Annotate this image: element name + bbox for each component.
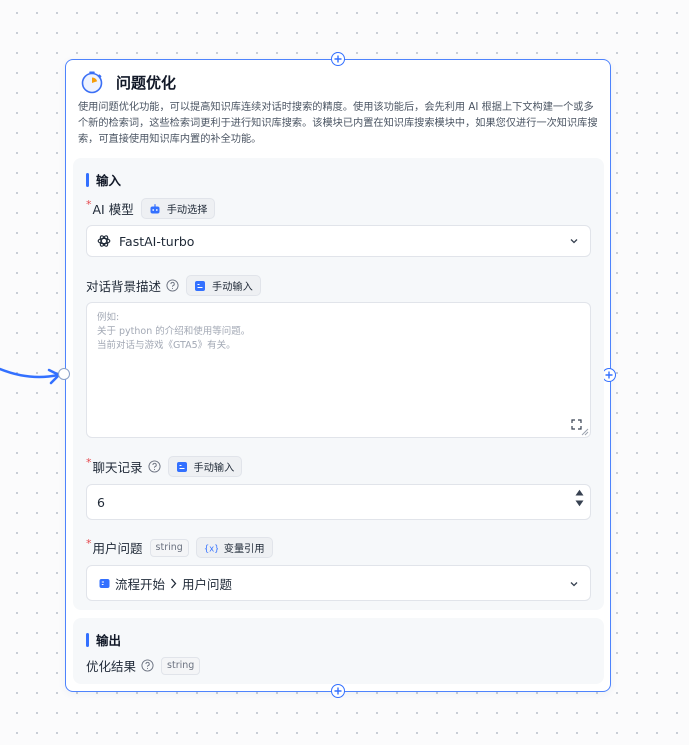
flow-start-icon (99, 578, 110, 588)
manual-select-tag[interactable]: 手动选择 (140, 198, 216, 219)
number-stepper[interactable] (575, 489, 584, 507)
plus-icon (334, 55, 342, 63)
ai-model-value: FastAI-turbo (119, 233, 195, 249)
svg-text:{x}: {x} (204, 544, 218, 553)
ai-model-field: * AI 模型 手动选择 (86, 198, 216, 219)
chevron-down-icon (570, 582, 578, 587)
keyboard-icon (195, 280, 206, 291)
manual-input-tag[interactable]: 手动输入 (167, 456, 243, 477)
manual-input-label: 手动输入 (212, 282, 253, 293)
left-handle[interactable] (58, 368, 70, 380)
background-field: 对话背景描述 手动输入 (86, 275, 261, 296)
input-section-title: 输入 (86, 170, 121, 189)
stopwatch-icon (81, 71, 103, 94)
user-question-field: * 用户问题 string {x} 变量引用 (86, 537, 273, 558)
plus-icon (605, 371, 613, 379)
variable-ref-select[interactable]: 流程开始 用户问题 (86, 565, 591, 601)
background-label: 对话背景描述 (86, 279, 162, 294)
chevron-down-icon (570, 239, 578, 244)
ai-model-select[interactable]: FastAI-turbo (86, 225, 591, 257)
background-placeholder: 例如: 关于 python 的介绍和使用等问题。 当前对话与游戏《GTA5》有关… (97, 312, 251, 351)
question-circle-icon[interactable] (141, 659, 154, 672)
top-handle[interactable] (331, 52, 345, 66)
section-bar (86, 632, 89, 647)
history-label: 聊天记录 (92, 460, 143, 475)
required-mark: * (86, 198, 92, 211)
variable-ref-tag[interactable]: {x} 变量引用 (195, 537, 273, 558)
robot-icon (150, 203, 160, 213)
required-mark: * (86, 456, 92, 469)
history-field: * 聊天记录 手动输入 (86, 456, 243, 477)
resize-grip-icon[interactable] (581, 428, 589, 436)
type-badge: string (161, 656, 201, 675)
user-question-label: 用户问题 (92, 541, 143, 556)
openai-icon (97, 235, 111, 247)
required-mark: * (86, 537, 92, 550)
incoming-edge (0, 367, 61, 385)
bottom-handle[interactable] (331, 684, 345, 698)
keyboard-icon (176, 461, 187, 472)
output-section-label: 输出 (96, 633, 122, 648)
ref-source: 流程开始 (115, 576, 166, 592)
result-label: 优化结果 (86, 659, 137, 674)
output-panel: 输出 优化结果 string (73, 618, 604, 684)
question-optimize-node[interactable]: 问题优化 使用问题优化功能，可以提高知识库连续对话时搜索的精度。使用该功能后，会… (58, 52, 616, 698)
question-circle-icon[interactable] (147, 460, 161, 473)
input-section-label: 输入 (96, 173, 122, 188)
ref-field: 用户问题 (182, 576, 233, 592)
question-circle-icon[interactable] (166, 279, 179, 292)
variable-ref-label: 变量引用 (223, 544, 265, 555)
caret-down-icon[interactable] (575, 500, 584, 507)
variable-braces-icon: {x} (204, 544, 218, 553)
node-title: 问题优化 (116, 73, 177, 92)
node-description: 使用问题优化功能，可以提高知识库连续对话时搜索的精度。使用该功能后，会先利用 A… (78, 102, 598, 145)
history-value: 6 (97, 494, 105, 510)
history-number-input[interactable]: 6 (86, 484, 591, 520)
type-badge: string (149, 538, 189, 557)
result-field: 优化结果 string (86, 656, 201, 675)
right-handle[interactable] (602, 368, 616, 382)
node-header: 问题优化 (80, 70, 176, 94)
section-bar (86, 172, 89, 187)
caret-up-icon[interactable] (575, 489, 584, 496)
manual-select-label: 手动选择 (166, 205, 208, 216)
background-textarea[interactable]: 例如: 关于 python 的介绍和使用等问题。 当前对话与游戏《GTA5》有关… (86, 302, 591, 438)
ai-model-label: AI 模型 (92, 202, 134, 217)
manual-input-label: 手动输入 (193, 463, 235, 474)
manual-input-tag[interactable]: 手动输入 (186, 275, 261, 296)
chevron-right-icon (171, 578, 177, 588)
output-section-title: 输出 (86, 630, 121, 649)
input-panel: 输入 * AI 模型 手动选择 FastAI-turbo 对话背景描述 手动输入… (73, 158, 604, 610)
plus-icon (334, 687, 342, 695)
